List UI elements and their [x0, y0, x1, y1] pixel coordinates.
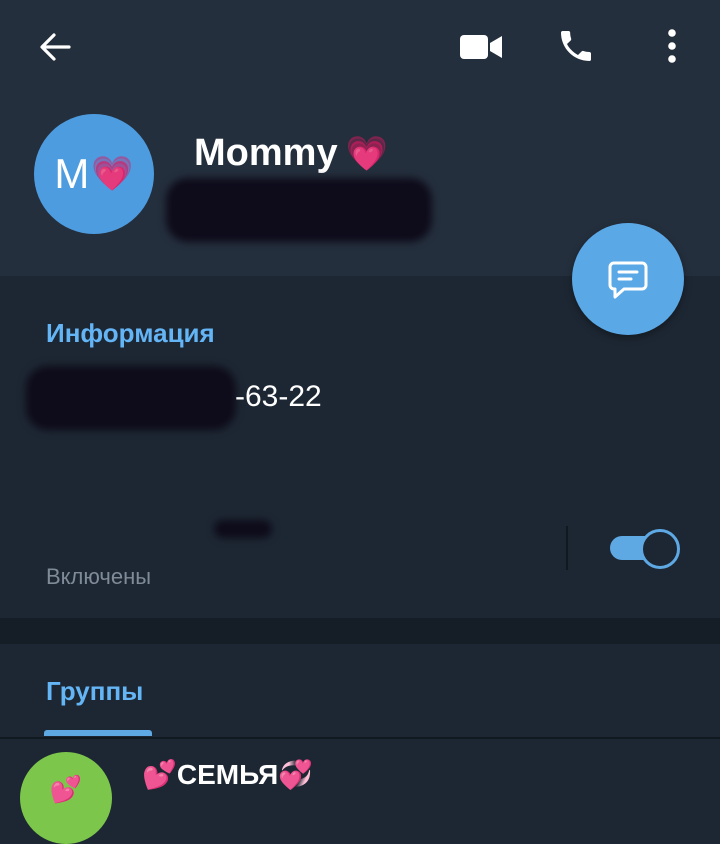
redacted-phone	[26, 366, 236, 430]
toggle-knob	[640, 529, 680, 569]
more-vertical-icon	[668, 29, 676, 63]
avatar-heart-emoji: 💗	[91, 155, 134, 193]
video-call-icon	[460, 35, 502, 59]
back-arrow-icon	[40, 33, 71, 61]
redacted-status	[166, 178, 432, 242]
redacted-notifications-label	[214, 520, 272, 538]
notifications-toggle[interactable]	[610, 528, 680, 569]
contact-name-emoji: 💗	[345, 135, 388, 173]
info-section-title: Информация	[46, 318, 215, 348]
voice-call-button[interactable]	[550, 20, 602, 72]
back-button[interactable]	[30, 22, 80, 72]
group-avatar[interactable]: 💕	[20, 752, 112, 844]
contact-name: Mommy 💗	[194, 132, 388, 175]
notifications-status: Включены	[46, 564, 152, 589]
avatar-letter: M	[54, 150, 90, 197]
group-avatar-emoji: 💕	[49, 774, 83, 804]
video-call-button[interactable]	[455, 22, 507, 72]
phone-number[interactable]: -63-22	[235, 380, 322, 414]
contact-name-text: Mommy	[194, 132, 338, 174]
message-icon	[608, 261, 648, 299]
section-gap	[0, 618, 720, 644]
tab-groups[interactable]: Группы	[46, 676, 143, 707]
group-name[interactable]: 💕СЕМЬЯ💞	[142, 758, 313, 791]
more-options-button[interactable]	[648, 20, 696, 72]
group-name-prefix-emoji: 💕	[142, 759, 177, 790]
notifications-divider	[566, 526, 568, 570]
tab-groups-indicator	[44, 730, 152, 736]
send-message-button[interactable]	[572, 223, 684, 335]
avatar[interactable]: M 💗	[34, 114, 154, 234]
phone-icon	[561, 31, 591, 61]
group-name-text: СЕМЬЯ	[176, 759, 279, 790]
group-name-suffix-emoji: 💞	[278, 759, 314, 790]
